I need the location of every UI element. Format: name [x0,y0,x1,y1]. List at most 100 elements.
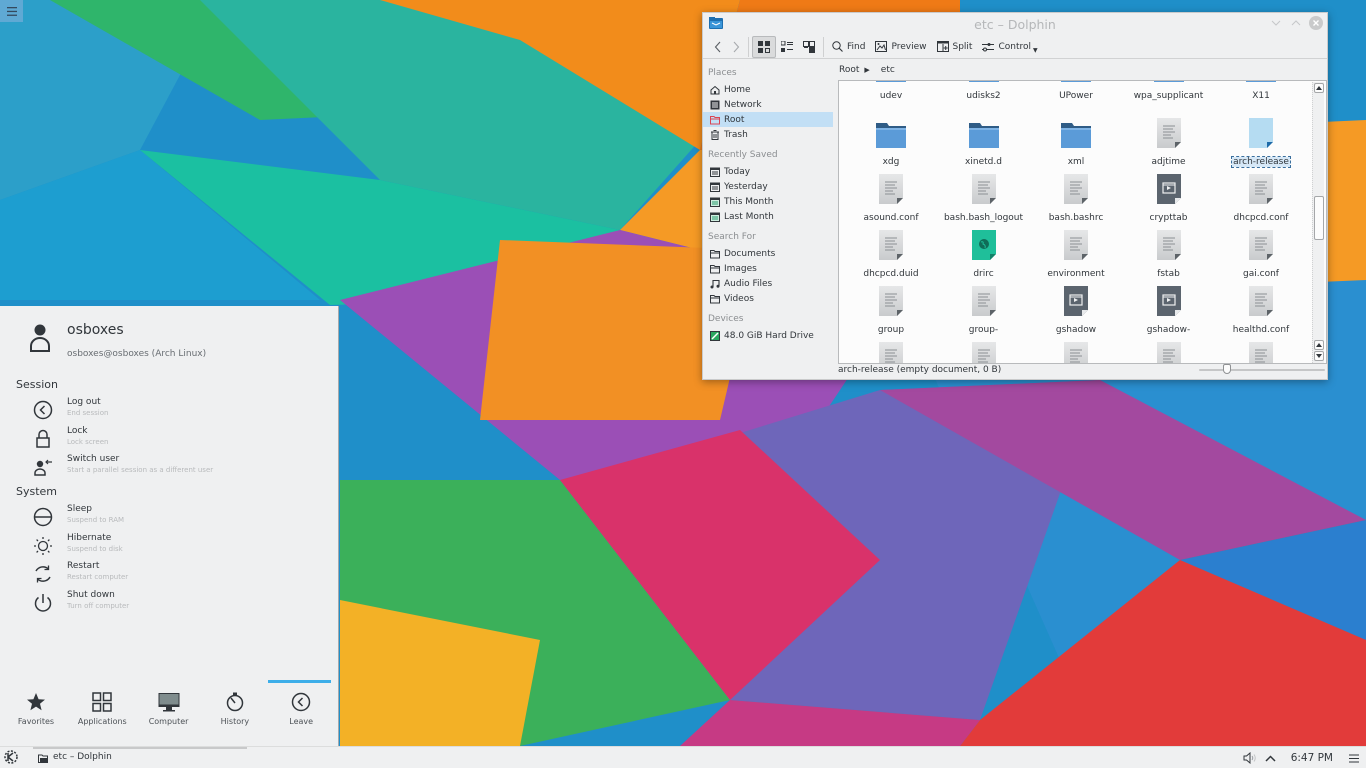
switch-user-button[interactable]: Switch user Start a parallel session as … [30,454,330,480]
find-button[interactable]: Find [827,36,870,58]
file-item-unnamed[interactable] [845,341,937,363]
minimize-button[interactable] [1269,16,1283,30]
folder-icon [1060,81,1092,88]
file-item-bash-bash-logout[interactable]: bash.bash_logout [938,173,1030,229]
breadcrumb-root[interactable]: Root [839,65,859,75]
zoom-slider-handle[interactable] [1222,364,1231,374]
places-section-heading: Search For [708,232,756,242]
file-item-xdg[interactable]: xdg [845,117,937,173]
panel-menu-button[interactable] [1347,754,1361,763]
forward-button[interactable] [727,36,745,58]
tab-leave[interactable]: Leave [268,678,334,738]
split-button[interactable]: Split [932,36,978,58]
calendar-icon [710,197,720,207]
control-label: Control [998,41,1032,52]
sleep-button[interactable]: Sleep Suspend to RAM [30,504,330,530]
places-item-today[interactable]: Today [703,164,833,179]
hibernate-button[interactable]: Hibernate Suspend to disk [30,533,330,559]
file-item-wpa-supplicant[interactable]: wpa_supplicant [1123,81,1215,107]
file-item-udev[interactable]: udev [845,81,937,107]
places-item-yesterday[interactable]: Yesterday [703,179,833,194]
zoom-slider[interactable] [1199,364,1325,374]
clock[interactable]: 6:47 PM [1291,752,1333,764]
compact-view-icon [781,40,793,52]
breadcrumb-current[interactable]: etc [881,65,895,75]
task-dolphin[interactable]: etc – Dolphin [33,747,247,768]
file-item-drirc[interactable]: drirc [938,229,1030,285]
file-item-xinetd-d[interactable]: xinetd.d [938,117,1030,173]
file-item-unnamed[interactable] [1030,341,1122,363]
vertical-scrollbar[interactable] [1312,82,1324,363]
places-item-this-month[interactable]: This Month [703,194,833,209]
file-item-x11[interactable]: X11 [1215,81,1307,107]
places-item-documents[interactable]: Documents [703,246,833,261]
file-item-dhcpcd-conf[interactable]: dhcpcd.conf [1215,173,1307,229]
kde-launcher-icon[interactable] [3,749,19,765]
desktop-toolbox-button[interactable] [0,0,23,22]
preview-button[interactable]: Preview [870,36,931,58]
tab-history[interactable]: History [202,678,268,738]
file-item-gshadow[interactable]: gshadow [1030,285,1122,341]
file-item-upower[interactable]: UPower [1030,81,1122,107]
file-item-bash-bashrc[interactable]: bash.bashrc [1030,173,1122,229]
tab-computer[interactable]: Computer [136,678,202,738]
text-file-icon [1245,173,1277,210]
places-item-48-0-gib-hard-drive[interactable]: 48.0 GiB Hard Drive [703,328,833,343]
places-item-last-month[interactable]: Last Month [703,209,833,224]
file-item-group-[interactable]: group- [938,285,1030,341]
file-item-adjtime[interactable]: adjtime [1123,117,1215,173]
toolbar-separator [823,36,824,57]
file-item-healthd-conf[interactable]: healthd.conf [1215,285,1307,341]
trash-icon [711,129,719,140]
file-item-unnamed[interactable] [938,341,1030,363]
volume-icon [1243,752,1256,764]
file-item-group[interactable]: group [845,285,937,341]
scrollbar-thumb[interactable] [1314,196,1324,240]
file-item-unnamed[interactable] [1123,341,1215,363]
places-item-network[interactable]: Network [703,97,833,112]
places-item-trash[interactable]: Trash [703,127,833,142]
text-file-icon [875,229,907,266]
file-item-unnamed[interactable] [1215,341,1307,363]
file-view[interactable]: udev udisks2 UPower wpa_supplicant X11 x… [838,80,1327,364]
file-item-crypttab[interactable]: crypttab [1123,173,1215,229]
scroll-down-button[interactable] [1314,351,1324,361]
control-menu-button[interactable]: Control ▼ [977,36,1044,58]
expand-tray-button[interactable] [1261,754,1281,762]
compact-view-button[interactable] [776,36,798,58]
shut-down-button[interactable]: Shut down Turn off computer [30,590,330,616]
file-item-gai-conf[interactable]: gai.conf [1215,229,1307,285]
file-item-xml[interactable]: xml [1030,117,1122,173]
file-name: wpa_supplicant [1133,91,1204,101]
places-item-videos[interactable]: Videos [703,291,833,306]
places-item-root[interactable]: Root [703,112,833,127]
file-item-asound-conf[interactable]: asound.conf [845,173,937,229]
user-subtitle: osboxes@osboxes (Arch Linux) [67,349,207,359]
log-out-button[interactable]: Log out End session [30,397,330,423]
tab-favorites[interactable]: Favorites [3,678,69,738]
scroll-up-button[interactable] [1314,83,1324,93]
file-item-fstab[interactable]: fstab [1123,229,1215,285]
restart-button[interactable]: Restart Restart computer [30,561,330,587]
scroll-up-button-lower[interactable] [1314,340,1324,350]
file-item-arch-release[interactable]: arch-release [1215,117,1307,173]
back-button[interactable] [709,36,727,58]
details-view-button[interactable] [798,36,820,58]
close-button[interactable] [1309,16,1323,30]
places-item-label: Audio Files [724,278,773,289]
file-item-dhcpcd-duid[interactable]: dhcpcd.duid [845,229,937,285]
home-icon [710,85,720,94]
file-item-udisks2[interactable]: udisks2 [938,81,1030,107]
icons-view-button[interactable] [752,35,776,58]
title-bar[interactable]: etc – Dolphin [703,13,1327,35]
lock-button[interactable]: Lock Lock screen [30,426,330,452]
places-item-images[interactable]: Images [703,261,833,276]
volume-button[interactable] [1239,752,1261,764]
maximize-button[interactable] [1289,16,1303,30]
places-item-home[interactable]: Home [703,82,833,97]
breadcrumb-arrow-icon[interactable]: ▶ [864,66,869,74]
places-item-audio-files[interactable]: Audio Files [703,276,833,291]
tab-applications[interactable]: Applications [69,678,135,738]
file-item-gshadow-[interactable]: gshadow- [1123,285,1215,341]
file-item-environment[interactable]: environment [1030,229,1122,285]
